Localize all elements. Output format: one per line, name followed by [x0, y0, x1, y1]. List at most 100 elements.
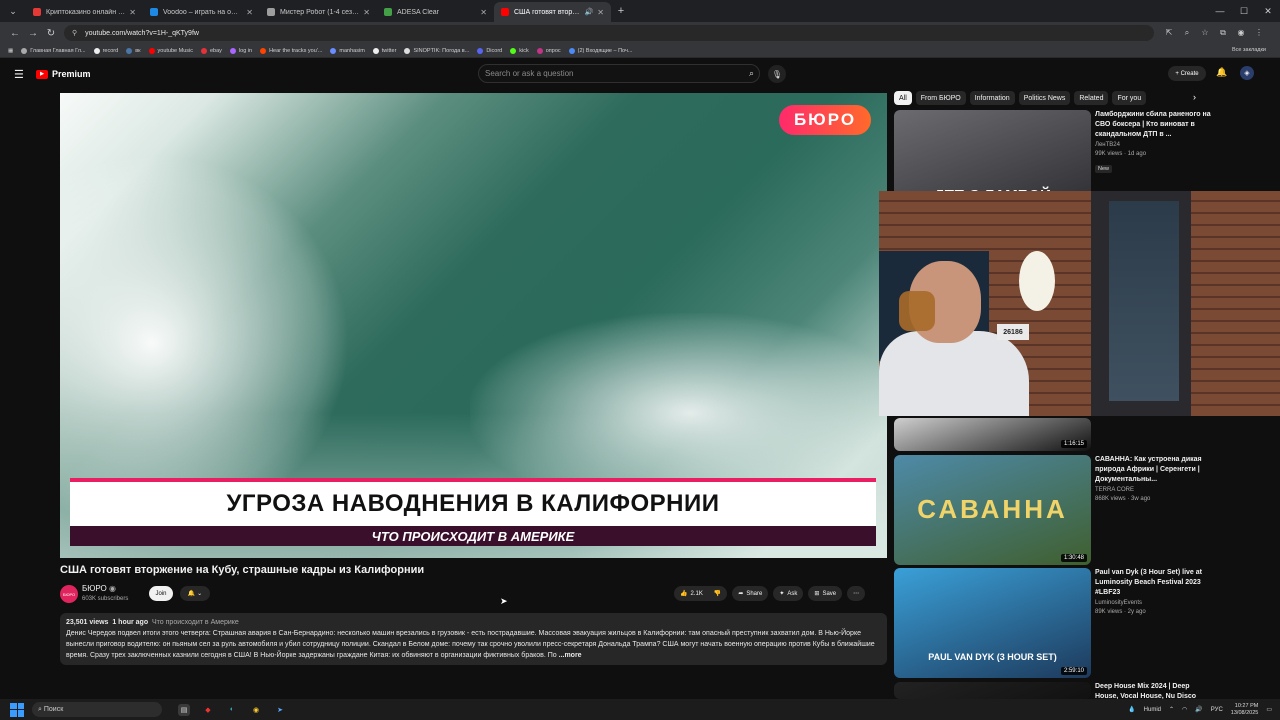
telegram-icon[interactable]: ➤: [274, 704, 286, 716]
bookmark-item[interactable]: вк: [126, 47, 141, 54]
chevron-right-icon[interactable]: ›: [1193, 92, 1196, 102]
profile-icon[interactable]: ◉: [1234, 28, 1248, 38]
more-actions-button[interactable]: ⋯: [847, 586, 866, 601]
create-button[interactable]: + Create: [1168, 66, 1206, 81]
bookmark-item[interactable]: ebay: [200, 47, 222, 54]
menu-icon[interactable]: ☰: [14, 68, 24, 81]
browser-tab[interactable]: ADESA Clear ✕: [377, 2, 494, 22]
video-thumbnail[interactable]: [894, 682, 1091, 699]
hashtag-link[interactable]: Что происходит в Америке: [152, 619, 239, 626]
recommendation-title[interactable]: Paul van Dyk (3 Hour Set) live at Lumino…: [1095, 568, 1213, 598]
audio-playing-icon[interactable]: 🔊: [585, 8, 594, 16]
share-button[interactable]: ➦ Share: [732, 586, 769, 601]
bookmark-item[interactable]: Hear the tracks you'...: [260, 47, 322, 54]
channel-avatar[interactable]: БЮРО: [60, 585, 78, 603]
browser-menu-icon[interactable]: ⋮: [1252, 28, 1266, 38]
notification-center-icon[interactable]: ▭: [1266, 706, 1272, 713]
join-button[interactable]: Join: [149, 586, 173, 601]
tab-search-icon[interactable]: ⌄: [0, 0, 26, 22]
windows-start-icon[interactable]: [10, 702, 24, 717]
recommendation-title[interactable]: Ламборджини сбила раненого на СВО боксер…: [1095, 110, 1213, 140]
bookmark-item[interactable]: SINOPTIK: Погода в...: [404, 47, 469, 54]
zoom-icon[interactable]: ⌕: [1180, 28, 1194, 38]
tray-chevron-icon[interactable]: ⌃: [1169, 706, 1174, 713]
recommendation-channel[interactable]: ЛенТВ24: [1095, 142, 1213, 148]
site-info-icon[interactable]: ⚲: [72, 29, 77, 37]
filter-chip[interactable]: Related: [1074, 91, 1109, 105]
open-in-app-icon[interactable]: ⇱: [1162, 28, 1176, 38]
microphone-icon[interactable]: 🎙: [768, 65, 786, 83]
close-tab-icon[interactable]: ✕: [480, 8, 487, 17]
subscribe-bell-button[interactable]: 🔔 ⌄: [180, 586, 210, 601]
chrome-icon[interactable]: ◉: [250, 704, 262, 716]
bookmark-item[interactable]: Главная Главная Гл...: [21, 47, 86, 54]
like-button[interactable]: 👍 2.1K 👎: [674, 586, 728, 601]
bookmark-item[interactable]: log in: [229, 47, 252, 54]
recommendation-item[interactable]: PAUL VAN DYK (3 HOUR SET) 2:59:10 Paul van…: [894, 568, 1214, 678]
wifi-icon[interactable]: ◠: [1182, 706, 1187, 713]
save-button[interactable]: ⊞ Save: [808, 586, 843, 601]
filter-chip[interactable]: For you: [1112, 91, 1147, 105]
search-icon[interactable]: ⌕: [749, 68, 754, 79]
back-icon[interactable]: ←: [6, 24, 24, 42]
channel-name[interactable]: БЮРО ◉: [82, 584, 116, 593]
weather-text[interactable]: Humid: [1144, 707, 1161, 713]
new-tab-button[interactable]: +: [611, 5, 631, 17]
app-icon[interactable]: ◆: [202, 704, 214, 716]
clock[interactable]: 10:27 PM 13/08/2025: [1231, 703, 1259, 717]
recommendation-channel[interactable]: LuminosityEvents: [1095, 600, 1213, 606]
forward-icon[interactable]: →: [24, 24, 42, 42]
video-thumbnail[interactable]: 1:16:15: [894, 418, 1091, 451]
minimize-icon[interactable]: —: [1208, 0, 1232, 22]
browser-tab[interactable]: Криптоказино онлайн VAVAD... ✕: [26, 2, 143, 22]
dislike-icon[interactable]: 👎: [714, 590, 721, 597]
bookmark-item[interactable]: (2) Входящие – Поч...: [568, 47, 632, 54]
language-indicator[interactable]: РУС: [1211, 707, 1223, 713]
browser-tab[interactable]: США готовят вторжение н...🔊✕: [494, 2, 611, 22]
bookmark-item[interactable]: record: [93, 47, 118, 54]
edge-icon[interactable]: ◐: [226, 704, 238, 716]
filter-chip[interactable]: Information: [969, 91, 1015, 105]
all-bookmarks[interactable]: Все закладки: [1232, 47, 1266, 53]
show-more-link[interactable]: ...more: [559, 652, 582, 659]
bookmark-item[interactable]: Dicord: [477, 47, 502, 54]
filter-chip[interactable]: From БЮРО: [915, 91, 966, 105]
search-input[interactable]: Search or ask a question ⌕: [478, 64, 760, 83]
video-thumbnail[interactable]: PAUL VAN DYK (3 HOUR SET) 2:59:10: [894, 568, 1091, 678]
bookmark-item[interactable]: kick: [510, 47, 529, 54]
browser-tab[interactable]: Voodoo – играть на официальн... ✕: [143, 2, 260, 22]
close-window-icon[interactable]: ✕: [1256, 0, 1280, 22]
close-tab-icon[interactable]: ✕: [597, 8, 604, 17]
video-player[interactable]: БЮРО УГРОЗА НАВОДНЕНИЯ В КАЛИФОРНИИ ЧТО …: [60, 93, 887, 558]
bookmark-item[interactable]: twitter: [372, 47, 396, 54]
weather-icon[interactable]: 💧: [1128, 706, 1135, 713]
avatar[interactable]: ◈: [1240, 66, 1254, 80]
bookmark-item[interactable]: manhasim: [330, 47, 365, 54]
close-tab-icon[interactable]: ✕: [363, 8, 370, 17]
close-tab-icon[interactable]: ✕: [129, 8, 136, 17]
recommendation-title[interactable]: САВАННА: Как устроена дикая природа Афри…: [1095, 455, 1213, 485]
close-tab-icon[interactable]: ✕: [246, 8, 253, 17]
notifications-icon[interactable]: 🔔: [1216, 67, 1227, 78]
video-thumbnail[interactable]: САВАННА 1:30:48: [894, 455, 1091, 565]
bookmark-item[interactable]: опрос: [536, 47, 561, 54]
taskbar-search[interactable]: ⌕ Поиск: [32, 702, 162, 717]
browser-tab[interactable]: Мистер Робот (1-4 сезон) см... ✕: [260, 2, 377, 22]
filter-chip[interactable]: Politics News: [1018, 91, 1071, 105]
recommendation-item[interactable]: Deep House Mix 2024 | Deep House, Vocal …: [894, 682, 1214, 700]
video-description[interactable]: 23,501 views 1 hour ago Что происходит в…: [60, 613, 887, 665]
youtube-logo[interactable]: ▶ Premium: [36, 69, 91, 79]
recommendation-channel[interactable]: TERRA CORE: [1095, 487, 1213, 493]
extensions-icon[interactable]: ⧉: [1216, 28, 1230, 38]
recommendation-item[interactable]: САВАННА 1:30:48 САВАННА: Как устроена дика…: [894, 455, 1214, 565]
bookmark-item[interactable]: youtube Music: [148, 47, 193, 54]
address-bar[interactable]: ⚲ youtube.com/watch?v=1H-_qKTy9fw: [64, 25, 1154, 41]
volume-icon[interactable]: 🔊: [1195, 706, 1202, 713]
filter-chip[interactable]: All: [894, 91, 912, 105]
maximize-icon[interactable]: ☐: [1232, 0, 1256, 22]
ask-button[interactable]: ✦ Ask: [773, 586, 804, 601]
bookmark-star-icon[interactable]: ☆: [1198, 28, 1212, 38]
reload-icon[interactable]: ↻: [42, 24, 60, 42]
task-view-icon[interactable]: ▤: [178, 703, 190, 716]
recommendation-item[interactable]: 1:16:15: [894, 418, 1214, 451]
